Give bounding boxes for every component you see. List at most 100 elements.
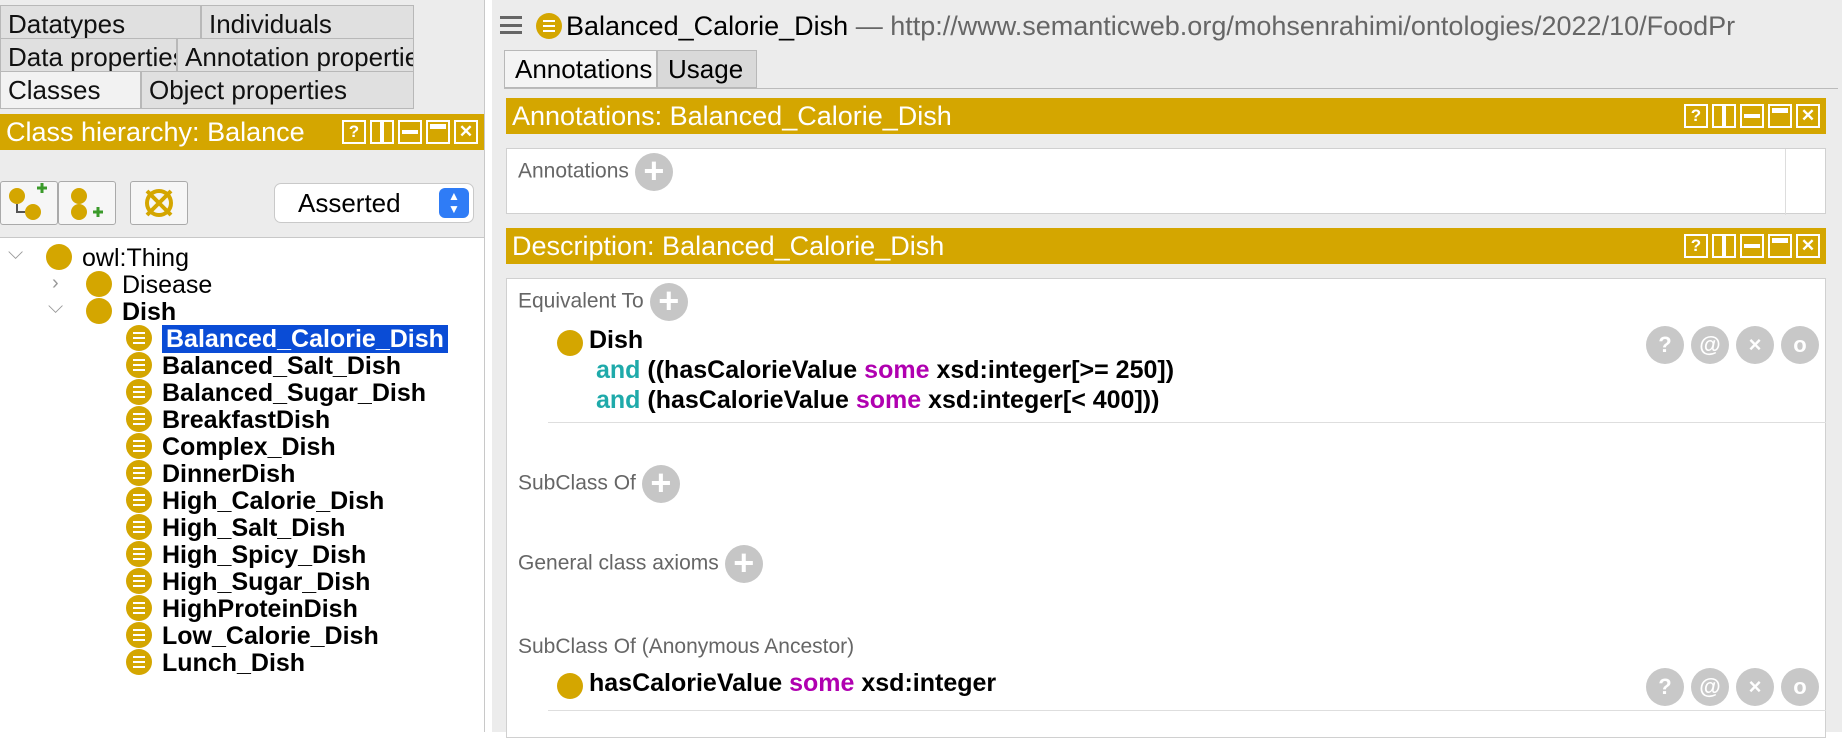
tab-annotations[interactable]: Annotations — [504, 50, 657, 88]
add-subclass-of-button[interactable]: + — [641, 465, 680, 503]
tree-node[interactable]: High_Calorie_Dish — [126, 486, 384, 516]
tree-node[interactable]: Complex_Dish — [126, 432, 336, 462]
split-icon[interactable] — [1712, 234, 1736, 258]
tree-node[interactable]: High_Salt_Dish — [126, 513, 345, 543]
class-icon — [46, 244, 72, 271]
add-annotation-button[interactable]: + — [634, 153, 673, 191]
add-subclass-icon — [9, 183, 47, 220]
tree-node[interactable]: HighProteinDish — [126, 594, 358, 624]
tab-row-3: Classes Object properties — [0, 71, 414, 109]
explain-icon[interactable]: ? — [1646, 668, 1684, 706]
tab-classes[interactable]: Classes — [0, 71, 141, 109]
keyword-and: and — [596, 386, 641, 414]
equivalent-expression-line-1[interactable]: and ((hasCalorieValue some xsd:integer[>… — [596, 356, 1174, 385]
expr-text: ((hasCalorieValue — [647, 356, 858, 384]
help-icon[interactable]: ? — [1684, 104, 1708, 128]
add-gca-button[interactable]: + — [724, 545, 763, 583]
collapse-icon[interactable]: ⌵ — [8, 242, 23, 265]
keyword-some: some — [855, 386, 922, 414]
help-icon[interactable]: ? — [1684, 234, 1708, 258]
expr-text: hasCalorieValue — [589, 669, 783, 697]
class-icon — [86, 271, 112, 298]
tree-node-label: DinnerDish — [162, 460, 296, 488]
tree-node[interactable]: High_Sugar_Dish — [126, 567, 370, 597]
tree-node[interactable]: BreakfastDish — [126, 405, 330, 435]
tree-node-label: owl:Thing — [82, 244, 189, 272]
equivalent-to-row: Equivalent To + — [518, 283, 688, 321]
hierarchy-mode-select[interactable]: Asserted ▲ ▼ — [274, 183, 474, 223]
class-icon — [557, 673, 583, 699]
edit-icon[interactable]: o — [1781, 326, 1819, 364]
defined-class-icon — [536, 13, 562, 39]
add-sibling-icon — [71, 188, 103, 220]
view-controls: ? ✕ — [1684, 104, 1820, 128]
explain-icon[interactable]: ? — [1646, 326, 1684, 364]
expand-icon[interactable]: › — [52, 272, 59, 295]
delete-icon[interactable]: × — [1736, 668, 1774, 706]
close-icon[interactable]: ✕ — [1796, 104, 1820, 128]
tree-node-label: HighProteinDish — [162, 595, 358, 623]
delete-class-button[interactable] — [130, 181, 188, 225]
maximize-icon[interactable] — [1768, 104, 1792, 128]
tab-object-properties[interactable]: Object properties — [141, 71, 414, 109]
defined-class-icon — [126, 568, 152, 595]
defined-class-icon — [126, 406, 152, 433]
expr-text: xsd:integer[>= 250]) — [936, 356, 1175, 384]
delete-icon[interactable]: × — [1736, 326, 1774, 364]
tree-node-owl-thing[interactable]: owl:Thing — [46, 243, 189, 273]
general-class-axioms-row: General class axioms + — [518, 545, 763, 583]
minimize-icon[interactable] — [398, 120, 422, 144]
anonymous-ancestor-expression[interactable]: hasCalorieValue some xsd:integer — [589, 669, 996, 698]
class-icon — [86, 298, 112, 325]
close-icon[interactable]: ✕ — [1796, 234, 1820, 258]
equivalent-expression-line-2[interactable]: and (hasCalorieValue some xsd:integer[< … — [596, 386, 1159, 415]
maximize-icon[interactable] — [426, 120, 450, 144]
tab-usage[interactable]: Usage — [657, 50, 757, 88]
defined-class-icon — [126, 514, 152, 541]
add-subclass-button[interactable] — [0, 181, 58, 225]
defined-class-icon — [126, 352, 152, 379]
tree-node-label: High_Spicy_Dish — [162, 541, 367, 569]
close-icon[interactable]: ✕ — [454, 120, 478, 144]
anonymous-ancestor-actions: ? @ × o — [1646, 668, 1819, 706]
view-controls: ? ✕ — [342, 120, 478, 144]
menu-icon[interactable] — [500, 16, 522, 34]
scroll-divider — [1785, 149, 1786, 215]
add-sibling-button[interactable] — [58, 181, 116, 225]
split-icon[interactable] — [1712, 104, 1736, 128]
keyword-some: some — [789, 669, 855, 697]
defined-class-icon — [126, 460, 152, 487]
tree-node-dish[interactable]: Dish — [86, 297, 176, 327]
help-icon[interactable]: ? — [342, 120, 366, 144]
minimize-icon[interactable] — [1740, 234, 1764, 258]
edit-icon[interactable]: o — [1781, 668, 1819, 706]
class-hierarchy-title: Class hierarchy: Balance — [6, 117, 305, 147]
tree-node-label: Disease — [122, 271, 213, 299]
tree-node[interactable]: Balanced_Salt_Dish — [126, 351, 401, 381]
tree-node-disease[interactable]: Disease — [86, 270, 212, 300]
add-equivalent-button[interactable]: + — [649, 283, 688, 321]
tree-node[interactable]: DinnerDish — [126, 459, 295, 489]
tree-node[interactable]: High_Spicy_Dish — [126, 540, 366, 570]
expr-text: (hasCalorieValue — [647, 386, 849, 414]
annotate-icon[interactable]: @ — [1691, 668, 1729, 706]
annotations-header: Annotations: Balanced_Calorie_Dish ? ✕ — [506, 98, 1826, 134]
tree-node-label: BreakfastDish — [162, 406, 331, 434]
tree-node-label: High_Sugar_Dish — [162, 568, 371, 596]
split-icon[interactable] — [370, 120, 394, 144]
defined-class-icon — [126, 649, 152, 676]
maximize-icon[interactable] — [1768, 234, 1792, 258]
tree-node[interactable]: Lunch_Dish — [126, 648, 305, 678]
collapse-icon[interactable]: ⌵ — [48, 296, 63, 319]
annotations-title: Annotations: Balanced_Calorie_Dish — [512, 101, 952, 131]
minimize-icon[interactable] — [1740, 104, 1764, 128]
equivalent-class-name[interactable]: Dish — [589, 326, 643, 355]
tree-node-balanced-calorie-dish[interactable]: Balanced_Calorie_Dish — [126, 324, 448, 354]
subclass-of-row: SubClass Of + — [518, 465, 680, 503]
defined-class-icon — [126, 433, 152, 460]
delete-class-icon — [145, 189, 173, 217]
class-tree[interactable]: ⌵ owl:Thing › Disease ⌵ Dish Balanced_Ca… — [0, 237, 484, 732]
tree-node[interactable]: Low_Calorie_Dish — [126, 621, 379, 651]
annotate-icon[interactable]: @ — [1691, 326, 1729, 364]
tree-node[interactable]: Balanced_Sugar_Dish — [126, 378, 426, 408]
